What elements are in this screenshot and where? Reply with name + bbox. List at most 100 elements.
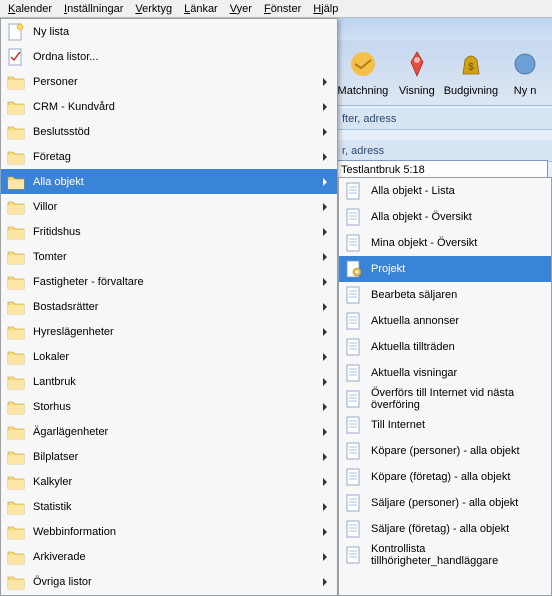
doc-icon <box>345 208 363 226</box>
dropdown-item[interactable]: Bilplatser <box>1 444 337 469</box>
dropdown-item-label: Övriga listor <box>33 576 323 588</box>
toolbar-button[interactable]: Ny n <box>498 48 552 97</box>
folder-icon <box>7 123 25 141</box>
folder-icon <box>7 398 25 416</box>
dropdown-item[interactable]: Lokaler <box>1 344 337 369</box>
dropdown-item-label: Ordna listor... <box>33 51 333 63</box>
dropdown-item[interactable]: Lantbruk <box>1 369 337 394</box>
dropdown-item[interactable]: Ny lista <box>1 19 337 44</box>
dropdown-item-label: Hyreslägenheter <box>33 326 323 338</box>
dropdown-item-label: Lokaler <box>33 351 323 363</box>
check-doc-icon <box>7 48 25 66</box>
lists-dropdown: Ny lista Ordna listor... Personer CRM - Kun… <box>0 18 338 596</box>
doc-icon <box>345 416 363 434</box>
submenu-item[interactable]: Bearbeta säljaren <box>339 282 551 308</box>
folder-icon <box>7 248 25 266</box>
menubar-item[interactable]: Kalender <box>2 2 58 16</box>
folder-icon <box>7 223 25 241</box>
submenu-item[interactable]: Projekt <box>339 256 551 282</box>
dropdown-item-label: Tomter <box>33 251 323 263</box>
menubar-item[interactable]: Fönster <box>258 2 307 16</box>
submenu-arrow-icon <box>323 478 327 486</box>
submenu-item[interactable]: Aktuella annonser <box>339 308 551 334</box>
dropdown-item[interactable]: Statistik <box>1 494 337 519</box>
submenu-item[interactable]: Säljare (företag) - alla objekt <box>339 516 551 542</box>
dropdown-item[interactable]: Storhus <box>1 394 337 419</box>
dropdown-item[interactable]: Alla objekt <box>1 169 337 194</box>
doc-icon <box>345 546 363 564</box>
dropdown-item-label: Fastigheter - förvaltare <box>33 276 323 288</box>
doc-icon <box>345 338 363 356</box>
dropdown-item[interactable]: Bostadsrätter <box>1 294 337 319</box>
dropdown-item-label: Villor <box>33 201 323 213</box>
dropdown-item[interactable]: Personer <box>1 69 337 94</box>
dropdown-item[interactable]: Ägarlägenheter <box>1 419 337 444</box>
menubar-item[interactable]: Vyer <box>224 2 258 16</box>
submenu-item-label: Alla objekt - Översikt <box>371 211 472 223</box>
submenu-item[interactable]: Köpare (företag) - alla objekt <box>339 464 551 490</box>
submenu-item[interactable]: Mina objekt - Översikt <box>339 230 551 256</box>
submenu-arrow-icon <box>323 553 327 561</box>
folder-icon <box>7 323 25 341</box>
submenu-arrow-icon <box>323 78 327 86</box>
submenu-item-label: Kontrollista tillhörigheter_handläggare <box>371 543 545 567</box>
submenu-item[interactable]: Säljare (personer) - alla objekt <box>339 490 551 516</box>
dropdown-item[interactable]: Övriga listor <box>1 569 337 594</box>
dropdown-item[interactable]: Fastigheter - förvaltare <box>1 269 337 294</box>
dropdown-item[interactable]: Ordna listor... <box>1 44 337 69</box>
submenu-arrow-icon <box>323 303 327 311</box>
menubar-item[interactable]: Hjälp <box>307 2 344 16</box>
submenu-item[interactable]: Överförs till Internet vid nästa överför… <box>339 386 551 412</box>
filter-hint-2: r, adress <box>342 145 384 157</box>
doc-icon <box>345 312 363 330</box>
dropdown-item[interactable]: Arkiverade <box>1 544 337 569</box>
alla-objekt-submenu: Alla objekt - Lista Alla objekt - Översik… <box>338 177 552 596</box>
dropdown-item[interactable]: Kalkyler <box>1 469 337 494</box>
bag-icon <box>455 48 487 80</box>
submenu-item-label: Köpare (företag) - alla objekt <box>371 471 510 483</box>
dropdown-item[interactable]: CRM - Kundvård <box>1 94 337 119</box>
dropdown-item[interactable]: Tomter <box>1 244 337 269</box>
submenu-item[interactable]: Till Internet <box>339 412 551 438</box>
dropdown-item-label: CRM - Kundvård <box>33 101 323 113</box>
folder-icon <box>7 348 25 366</box>
dropdown-item[interactable]: Webbinformation <box>1 519 337 544</box>
submenu-item-label: Aktuella visningar <box>371 367 457 379</box>
toolbar-button-label: Budgivning <box>444 85 498 97</box>
submenu-item[interactable]: Alla objekt - Översikt <box>339 204 551 230</box>
dropdown-item[interactable]: Hyreslägenheter <box>1 319 337 344</box>
submenu-item[interactable]: Aktuella tillträden <box>339 334 551 360</box>
toolbar-button[interactable]: Visning <box>390 48 444 97</box>
folder-icon <box>7 448 25 466</box>
submenu-item[interactable]: Kontrollista tillhörigheter_handläggare <box>339 542 551 568</box>
submenu-arrow-icon <box>323 378 327 386</box>
submenu-item[interactable]: Köpare (personer) - alla objekt <box>339 438 551 464</box>
doc-icon <box>345 286 363 304</box>
pin-icon <box>401 48 433 80</box>
doc-icon <box>345 234 363 252</box>
submenu-arrow-icon <box>323 403 327 411</box>
submenu-arrow-icon <box>323 503 327 511</box>
submenu-item-label: Aktuella tillträden <box>371 341 455 353</box>
folder-icon <box>7 523 25 541</box>
dropdown-item-label: Bostadsrätter <box>33 301 323 313</box>
dropdown-item[interactable]: Villor <box>1 194 337 219</box>
dropdown-item[interactable]: Fritidshus <box>1 219 337 244</box>
submenu-arrow-icon <box>323 278 327 286</box>
menubar-item[interactable]: Inställningar <box>58 2 129 16</box>
toolbar-button-label: Matchning <box>336 85 390 97</box>
submenu-arrow-icon <box>323 453 327 461</box>
submenu-item[interactable]: Aktuella visningar <box>339 360 551 386</box>
menubar-item[interactable]: Länkar <box>178 2 224 16</box>
toolbar-button[interactable]: Matchning <box>336 48 390 97</box>
dropdown-item[interactable]: Företag <box>1 144 337 169</box>
doc-icon <box>345 442 363 460</box>
folder-icon <box>7 373 25 391</box>
menubar-item[interactable]: Verktyg <box>129 2 178 16</box>
dropdown-item[interactable]: Beslutsstöd <box>1 119 337 144</box>
folder-icon <box>7 173 25 191</box>
toolbar-button[interactable]: Budgivning <box>444 48 498 97</box>
handshake-icon <box>347 48 379 80</box>
submenu-arrow-icon <box>323 178 327 186</box>
submenu-item[interactable]: Alla objekt - Lista <box>339 178 551 204</box>
